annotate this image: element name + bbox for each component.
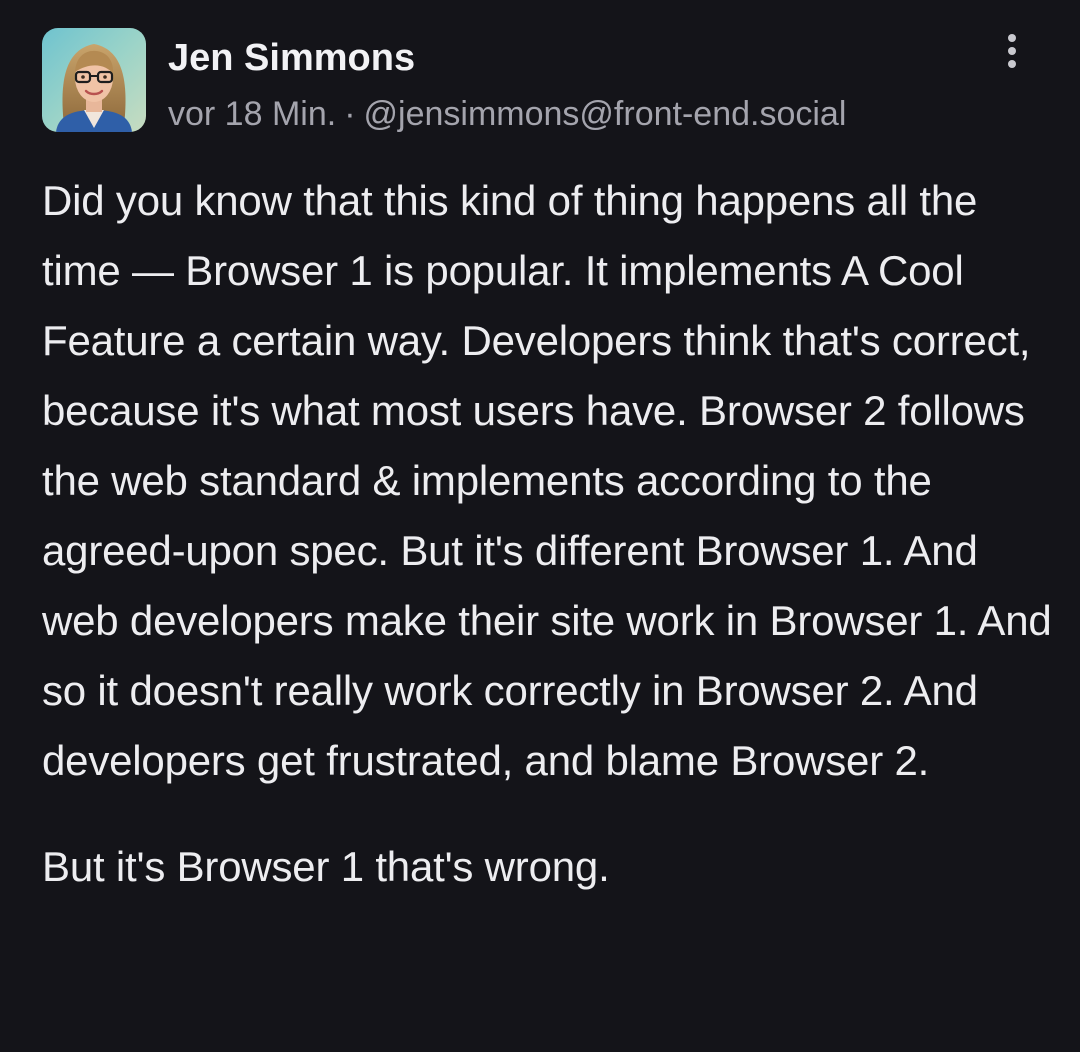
author-handle[interactable]: @jensimmons@front-end.social: [364, 95, 847, 133]
more-vertical-icon: [1008, 34, 1016, 42]
more-vertical-icon-dot: [1008, 47, 1016, 55]
post-content: Did you know that this kind of thing hap…: [42, 166, 1052, 902]
post-meta: vor 18 Min. · @jensimmons@front-end.social: [168, 92, 846, 136]
avatar-photo-icon: [42, 28, 146, 132]
meta-separator: ·: [344, 95, 356, 133]
post-paragraph: Did you know that this kind of thing hap…: [42, 177, 1052, 784]
avatar[interactable]: [42, 28, 146, 132]
post-card: Jen Simmons vor 18 Min. · @jensimmons@fron…: [0, 0, 1080, 1052]
post-paragraph: But it's Browser 1 that's wrong.: [42, 843, 610, 890]
more-options-button[interactable]: [990, 26, 1034, 76]
more-vertical-icon-dot: [1008, 60, 1016, 68]
author-name[interactable]: Jen Simmons: [168, 34, 415, 82]
post-timestamp[interactable]: vor 18 Min.: [168, 95, 336, 133]
